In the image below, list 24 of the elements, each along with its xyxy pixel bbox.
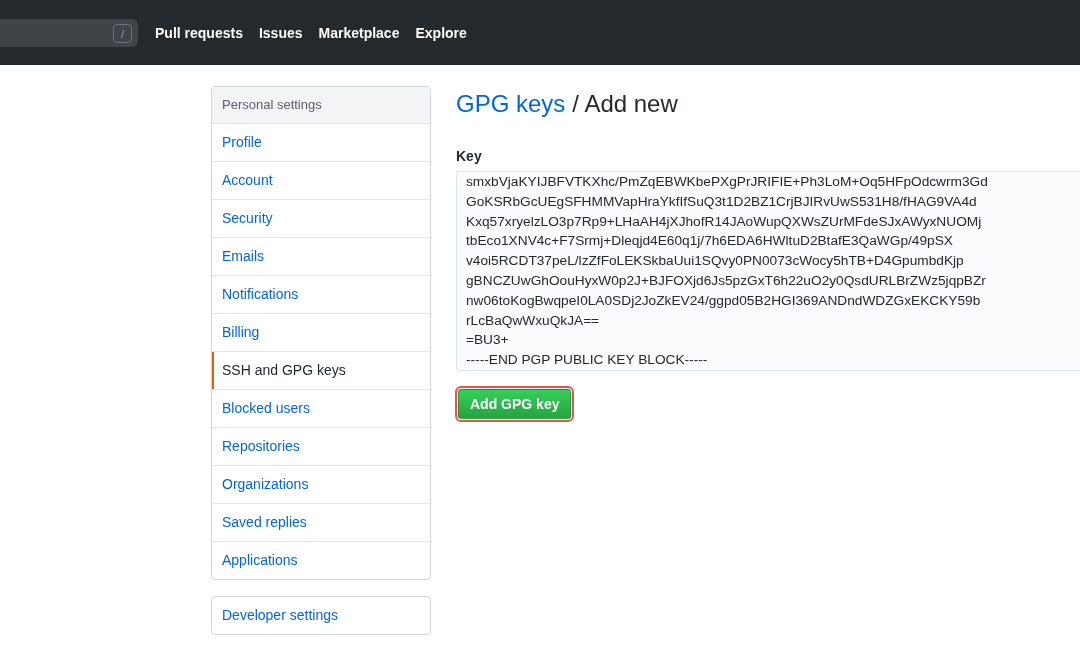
key-textarea[interactable]: smxbVjaKYIJBFVTKXhc/PmZqEBWKbePXgPrJRIFIE+Ph3LoM+Oq5HFpOdcwrm3Gd GoKSRbGcUEgSFHMMVapHraYkfIfSuQ3t1D2BZ1CrjBJIRvUwS531H8/fHAG9VA4d Kxq57xryelzLO3p7Rp9+LHaAH4jXJhofR14JAoWupQXWsZUrMFdeSJxAWyxNUOMj tbEco1XNV4c+F7Srmj+Dleqjd4E60q1j/7h6EDA6HWltuD2BtafE3QaWGp/49pSX v4oi5RCDT37peL/lzZfFoLEKSkbaUui1SQvy0PN0073cWocy5hTB+D4GpumbdKjp gBNCZUwGhOouHyxW0p2J+BJFOXjd6Js5pzGxT6h22uO2y0QsdURLBrZWz5jqpBZr nw06toKogBwqpeI0LA0SDj2JoZkEV24/ggpd05B2HGI369ANDndWDZGxEKCKY59b rLcBaQwWxuQkJA== =BU3+ -----END PGP PUBLIC KEY BLOCK----- — [456, 171, 1080, 371]
nav-link[interactable]: Explore — [415, 22, 467, 43]
nav-link[interactable]: Pull requests — [155, 22, 243, 43]
menu-item[interactable]: Repositories — [212, 428, 430, 466]
menu-item[interactable]: Saved replies — [212, 504, 430, 542]
shortcut-key-hint: / — [113, 23, 132, 43]
menu-item[interactable]: Security — [212, 200, 430, 238]
menu-item[interactable]: Emails — [212, 238, 430, 276]
nav-link[interactable]: Issues — [258, 22, 303, 43]
search-field[interactable]: / — [0, 19, 138, 47]
menu-item[interactable]: Applications — [212, 542, 430, 579]
breadcrumb-link[interactable]: GPG keys — [456, 89, 566, 119]
menu-item[interactable]: Blocked users — [212, 390, 430, 428]
menu-heading: Personal settings — [212, 87, 430, 124]
menu-item[interactable]: Notifications — [212, 276, 430, 314]
menu-item[interactable]: Profile — [212, 124, 430, 162]
menu-item[interactable]: Account — [212, 162, 430, 200]
menu-item[interactable]: Billing — [212, 314, 430, 352]
menu-item[interactable]: Organizations — [212, 466, 430, 504]
menu-item[interactable]: Developer settings — [212, 597, 430, 634]
page-title: / Add new — [572, 89, 678, 119]
nav-link[interactable]: Marketplace — [318, 22, 400, 43]
field-label: Key — [456, 147, 483, 166]
menu-item[interactable]: SSH and GPG keys — [212, 352, 430, 390]
